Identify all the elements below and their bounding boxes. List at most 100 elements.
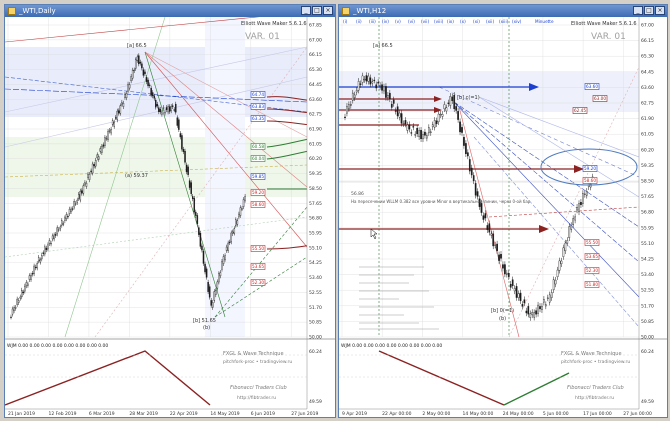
- candle: [236, 220, 239, 225]
- candle: [71, 208, 74, 210]
- candle: [507, 272, 510, 277]
- sub-axis-top: 60.24: [309, 349, 322, 355]
- candle: [377, 82, 379, 84]
- candle: [519, 292, 522, 301]
- close-button[interactable]: ×: [323, 6, 333, 15]
- candle: [205, 268, 208, 278]
- wave-degree-tab: (v): [395, 19, 401, 24]
- candle: [207, 282, 209, 292]
- candle: [151, 92, 154, 97]
- candle: [24, 285, 26, 292]
- candle: [142, 69, 145, 76]
- candle: [511, 279, 514, 286]
- candle: [412, 126, 415, 128]
- price-axis-label: 50.00: [309, 335, 322, 341]
- candle: [558, 260, 561, 271]
- chart-window-daily[interactable]: _WTI,Daily _ □ × 64.74 63.83 63.35 60.58…: [4, 4, 336, 418]
- candle: [94, 160, 97, 167]
- candle: [141, 63, 143, 69]
- candle: [199, 233, 202, 247]
- candle: [81, 190, 83, 194]
- price-chart-h12[interactable]: (i) (ii) (iii) (iv) (v) (vi) (vii) (viii) (ix) (x…: [339, 17, 667, 417]
- wave-label-a: [a] 66.5: [127, 43, 147, 49]
- candle: [550, 292, 553, 298]
- candle: [570, 225, 573, 230]
- time-axis-label: 5 Jun 00:00: [543, 411, 569, 417]
- maximize-button[interactable]: □: [312, 6, 322, 15]
- candle: [576, 207, 578, 211]
- price-axis-label: 61.90: [309, 127, 322, 133]
- candle: [47, 244, 49, 250]
- candle: [57, 229, 60, 231]
- candle: [173, 109, 175, 111]
- candle: [541, 306, 543, 310]
- price-axis-label: 51.70: [309, 305, 322, 311]
- wave-degree-tab: (xii): [486, 19, 494, 24]
- candle: [211, 302, 214, 308]
- candle: [548, 294, 551, 303]
- wave-label-b: [b] c(=1): [457, 95, 480, 101]
- candle: [87, 174, 89, 178]
- candle: [219, 272, 222, 277]
- candle: [187, 166, 189, 175]
- candle: [21, 290, 23, 298]
- candle: [216, 281, 219, 289]
- candle: [56, 227, 58, 235]
- candle: [445, 107, 448, 112]
- time-axis-label: 14 May 2019: [210, 411, 239, 417]
- candle: [76, 199, 78, 203]
- candle: [492, 233, 495, 247]
- chart-window-h12[interactable]: _WTI,H12 _ □ × (i) (ii) (iii) (iv) (v) (vi) (v…: [338, 4, 668, 418]
- close-button[interactable]: ×: [655, 6, 665, 15]
- candle: [498, 254, 500, 261]
- level-marker-label: 60.58: [252, 144, 264, 149]
- candle: [466, 152, 469, 157]
- candle: [459, 121, 461, 133]
- candle: [529, 313, 532, 318]
- wave-degree-tab: (vi): [408, 19, 415, 24]
- price-axis-label: 60.20: [641, 147, 654, 153]
- wave-degree-tab: (x): [460, 19, 466, 24]
- candle: [13, 307, 15, 311]
- price-axis-label: 64.45: [641, 69, 654, 75]
- candle: [389, 92, 391, 100]
- wave-degree-tab: (ii): [356, 19, 362, 24]
- candle: [221, 261, 223, 270]
- candle: [128, 84, 131, 89]
- window-title-bar[interactable]: _WTI,H12 _ □ ×: [339, 5, 667, 17]
- candle: [51, 235, 54, 240]
- indicator-name: Elliott Wave Maker 5.6.1.6: [571, 21, 637, 27]
- time-axis-label: 28 Mar 2019: [129, 411, 158, 417]
- candle: [468, 159, 471, 172]
- candle: [88, 174, 91, 180]
- candle: [451, 96, 454, 101]
- level-marker-label: 55.50: [586, 240, 598, 245]
- candle: [447, 102, 450, 104]
- maximize-button[interactable]: □: [644, 6, 654, 15]
- candle: [404, 120, 407, 125]
- price-axis-label: 57.65: [309, 201, 322, 207]
- candle: [125, 93, 128, 99]
- candle: [116, 110, 119, 121]
- minimize-button[interactable]: _: [633, 6, 643, 15]
- time-axis-label: 2 May 00:00: [422, 411, 450, 417]
- candle: [552, 279, 555, 291]
- watermark-4: http://fibtrader.ru: [237, 395, 276, 401]
- candle: [14, 307, 17, 309]
- price-chart-daily[interactable]: 64.74 63.83 63.35 60.58 60.04 59.85 59.20 58.60…: [4, 11, 335, 417]
- candle: [39, 259, 42, 263]
- candle: [91, 163, 94, 174]
- price-axis-label: 59.35: [309, 171, 322, 177]
- watermark-1: FXGL & Wave Technique: [223, 351, 284, 357]
- window-title-bar[interactable]: _WTI,Daily _ □ ×: [5, 5, 335, 17]
- candle: [369, 77, 372, 85]
- candle: [402, 123, 405, 125]
- minimize-button[interactable]: _: [301, 6, 311, 15]
- wave-degree-tab: (vii): [421, 19, 429, 24]
- candle: [353, 94, 356, 99]
- wave-label-b: (a) 59.37: [125, 173, 148, 179]
- candle: [64, 217, 66, 221]
- candle: [105, 137, 108, 140]
- wave-label-c: [b] 0(=1): [491, 308, 514, 314]
- candle: [544, 304, 547, 307]
